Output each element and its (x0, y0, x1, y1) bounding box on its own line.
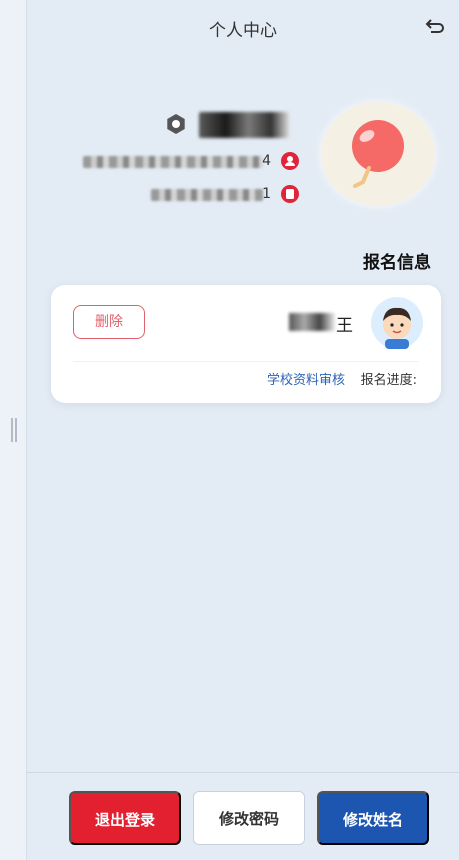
student-avatar (371, 297, 423, 349)
header: 个人中心 (27, 0, 459, 56)
change-password-button[interactable]: 修改密码 (193, 791, 305, 845)
student-name: 王 (336, 316, 353, 336)
bottom-action-bar: 退出登录 修改密码 修改姓名 (27, 772, 459, 860)
drag-handle[interactable] (11, 418, 17, 442)
page-title: 个人中心 (209, 21, 277, 41)
progress-label: 报名进度: (360, 373, 417, 388)
logout-button[interactable]: 退出登录 (69, 791, 181, 845)
registration-card: 王 删除 报名进度: 学校资料审核 (51, 285, 441, 403)
phone-mask (151, 189, 263, 201)
phone-value: 1 (262, 186, 271, 202)
id-number-row: 4 (77, 152, 299, 172)
delete-button[interactable]: 删除 (73, 305, 145, 339)
phone-icon (281, 185, 299, 203)
student-name-mask (289, 313, 335, 331)
divider (73, 361, 419, 362)
user-icon (281, 152, 299, 170)
change-name-button[interactable]: 修改姓名 (317, 791, 429, 845)
id-number-mask (83, 156, 263, 168)
back-arrow-icon[interactable] (423, 16, 445, 38)
progress-status: 学校资料审核 (266, 373, 345, 388)
section-title: 报名信息 (363, 253, 431, 273)
boy-avatar-icon (383, 307, 411, 349)
gear-icon[interactable] (165, 113, 187, 135)
side-rail (0, 0, 27, 860)
phone-row: 1 (137, 185, 299, 205)
balloon-icon (352, 120, 404, 188)
profile-page: 个人中心 王 4 1 报名信息 (27, 0, 459, 860)
avatar[interactable] (321, 102, 435, 206)
id-number-value: 4 (262, 153, 271, 169)
